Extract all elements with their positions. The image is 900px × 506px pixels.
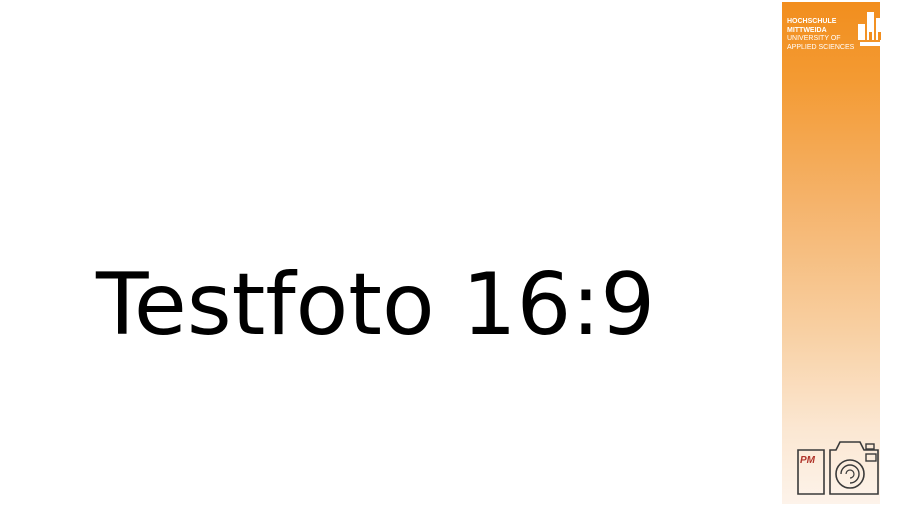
university-building-logo-icon [858,12,890,46]
university-name-line3: UNIVERSITY OF [787,35,841,43]
university-name: HOCHSCHULE MITTWEIDA UNIVERSITY OF APPLI… [787,18,859,52]
university-name-line2: MITTWEIDA [787,26,827,34]
camera-logo-icon: PM [797,441,879,495]
university-name-line1: HOCHSCHULE [787,18,837,25]
camera-logo-text: PM [800,455,816,466]
branding-side-panel [782,2,880,504]
slide-title: Testfoto 16:9 [96,255,656,355]
slide-page: Testfoto 16:9 HOCHSCHULE MITTWEIDA UNIVE… [0,0,900,506]
university-name-line4: APPLIED SCIENCES [787,43,855,51]
